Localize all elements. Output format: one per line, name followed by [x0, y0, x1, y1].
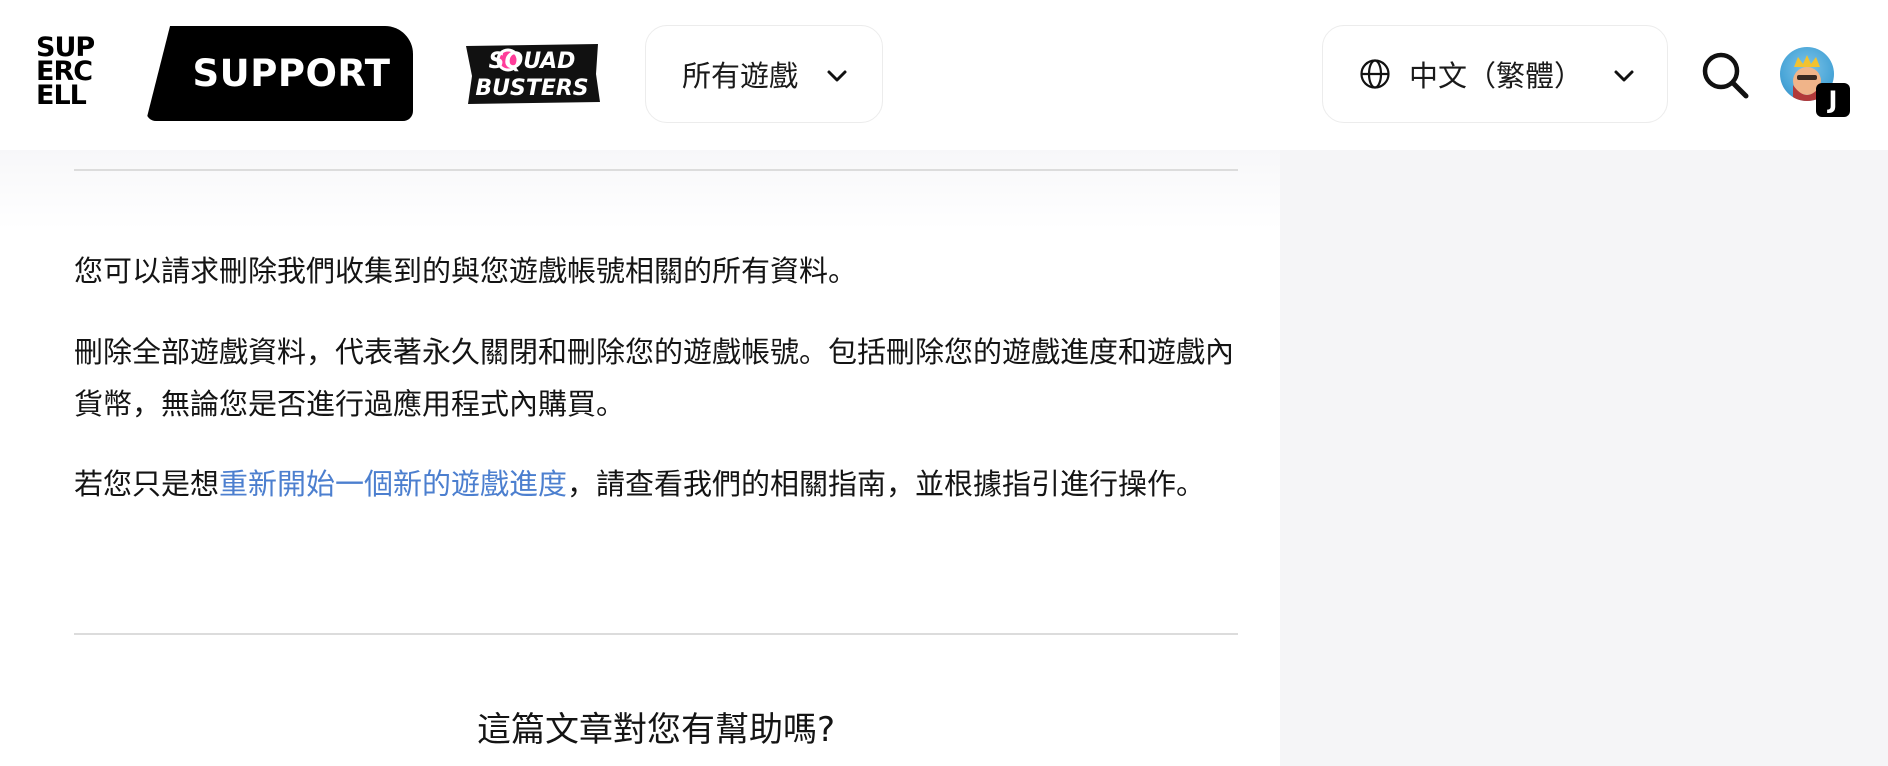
restart-progress-link[interactable]: 重新開始一個新的遊戲進度 — [219, 467, 567, 501]
bottom-divider — [74, 633, 1238, 635]
site-header: SUP ERC ELL SUPPORT SQUAD BUSTERS 所有遊戲 中… — [0, 0, 1888, 150]
article-paragraph-3: 若您只是想重新開始一個新的遊戲進度，請查看我們的相關指南，並根據指引進行操作。 — [74, 458, 1244, 510]
all-games-label: 所有遊戲 — [682, 59, 799, 93]
support-home-link[interactable]: SUPPORT — [146, 26, 413, 121]
paragraph-3-text-before: 若您只是想 — [74, 467, 220, 501]
game-logo-line-1: SQUAD — [489, 49, 576, 74]
helpful-question: 這篇文章對您有幫助嗎? — [476, 710, 836, 750]
support-label: SUPPORT — [192, 52, 391, 95]
squad-busters-logo[interactable]: SQUAD BUSTERS — [460, 40, 605, 108]
paragraph-3-text-after: ，請查看我們的相關指南，並根據指引進行操作。 — [567, 467, 1206, 501]
language-label: 中文（繁體） — [1409, 59, 1584, 93]
user-avatar-button[interactable]: J — [1780, 47, 1852, 119]
supercell-logo[interactable]: SUP ERC ELL — [36, 34, 130, 112]
sidebar — [1280, 150, 1888, 766]
logo-line-3: ELL — [36, 80, 87, 111]
avatar-initial-badge: J — [1816, 83, 1850, 117]
globe-icon — [1360, 59, 1390, 89]
article-paragraph-2: 刪除全部遊戲資料，代表著永久關閉和刪除您的遊戲帳號。包括刪除您的遊戲進度和遊戲內… — [74, 335, 1235, 421]
language-dropdown[interactable]: 中文（繁體） — [1322, 25, 1668, 123]
chevron-down-icon — [1614, 70, 1634, 82]
top-divider — [74, 169, 1238, 171]
article-paragraph-1: 您可以請求刪除我們收集到的與您遊戲帳號相關的所有資料。 — [74, 254, 858, 288]
game-logo-line-2: BUSTERS — [475, 76, 588, 101]
all-games-dropdown[interactable]: 所有遊戲 — [645, 25, 883, 123]
search-icon[interactable] — [1700, 50, 1750, 100]
header-shadow — [0, 150, 1280, 230]
chevron-down-icon — [827, 70, 847, 82]
